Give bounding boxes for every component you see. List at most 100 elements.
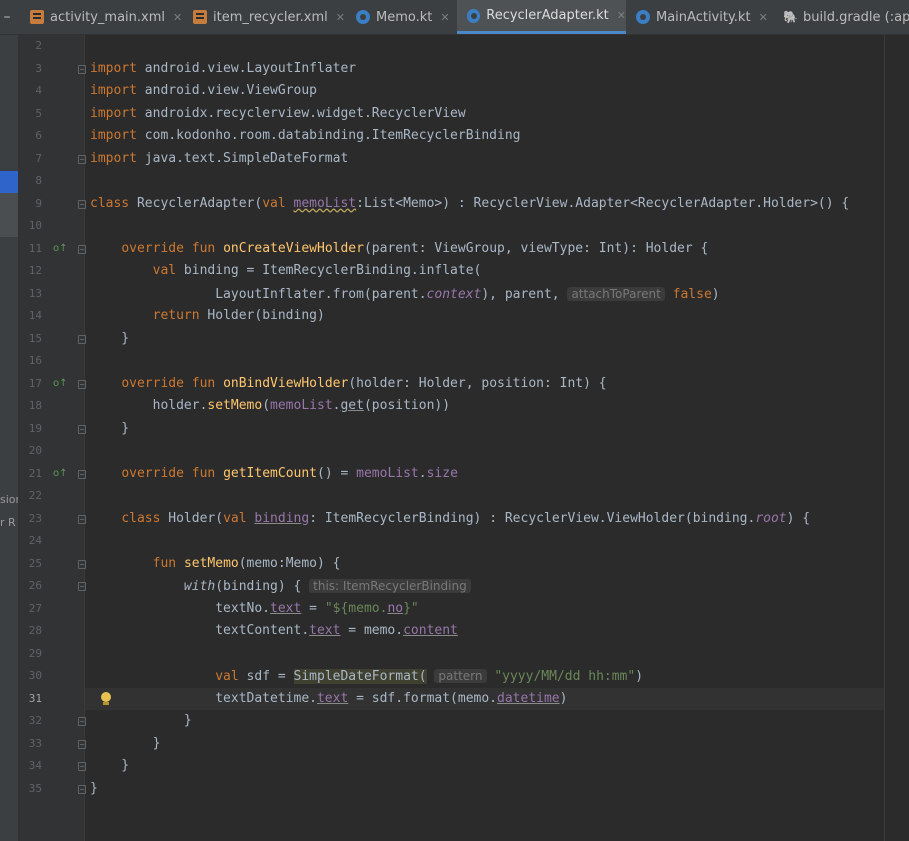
tab-label: RecyclerAdapter.kt (486, 8, 609, 23)
code-line[interactable]: textContent.text = memo.content (90, 620, 458, 642)
line-number: 35 (28, 781, 42, 795)
code-line[interactable]: class RecyclerAdapter(val memoList:List<… (90, 193, 849, 215)
line-number: 24 (28, 534, 42, 547)
override-icon[interactable]: o↑ (53, 238, 68, 260)
code-line[interactable]: } (90, 710, 192, 732)
code-line[interactable]: } (90, 328, 129, 350)
line-number: 33 (28, 736, 42, 750)
line-number: 17 (28, 376, 42, 390)
line-number: 19 (28, 421, 42, 435)
fold-icon[interactable] (78, 784, 86, 794)
fold-icon[interactable] (78, 514, 86, 524)
code-line[interactable]: holder.setMemo(memoList.get(position)) (90, 395, 450, 417)
fold-icon[interactable] (78, 154, 86, 164)
code-line[interactable]: import android.view.LayoutInflater (90, 58, 356, 80)
tab-build-gradle[interactable]: 🐘 build.gradle (:app (783, 0, 909, 34)
tab-recycler-adapter-kt[interactable]: RecyclerAdapter.kt ✕ (457, 0, 626, 34)
code-line[interactable]: fun setMemo(memo:Memo) { (90, 553, 341, 575)
close-icon[interactable]: ✕ (617, 9, 626, 22)
line-number: 29 (28, 646, 42, 660)
tab-activity-main-xml[interactable]: activity_main.xml ✕ (30, 0, 182, 34)
tab-memo-kt[interactable]: Memo.kt ✕ (356, 0, 450, 34)
code-line[interactable]: val binding = ItemRecyclerBinding.inflat… (90, 260, 482, 282)
tab-label: item_recycler.xml (213, 9, 328, 25)
line-number: 8 (35, 174, 42, 187)
code-line[interactable]: override fun getItemCount() = memoList.s… (90, 463, 458, 485)
right-margin-guide (884, 35, 885, 841)
code-line[interactable]: textDatetime.text = sdf.format(memo.date… (90, 688, 567, 710)
close-icon[interactable]: ✕ (759, 11, 768, 24)
line-number: 7 (35, 151, 42, 165)
fold-icon[interactable] (78, 334, 86, 344)
code-line[interactable]: } (90, 733, 161, 755)
kotlin-file-icon (636, 10, 650, 24)
line-number: 4 (35, 84, 42, 97)
line-number: 18 (28, 399, 42, 412)
line-number: 9 (35, 196, 42, 210)
line-number: 14 (28, 309, 42, 322)
kotlin-file-icon (467, 8, 481, 23)
fold-icon[interactable] (78, 717, 86, 726)
kotlin-file-icon (356, 10, 370, 24)
selection-marker (0, 193, 18, 237)
fold-icon[interactable] (78, 64, 86, 74)
close-icon[interactable]: ✕ (440, 11, 449, 24)
code-line[interactable]: import androidx.recyclerview.widget.Recy… (90, 103, 466, 125)
close-icon[interactable]: ✕ (336, 11, 345, 24)
code-line[interactable]: import android.view.ViewGroup (90, 80, 317, 102)
fold-icon[interactable] (78, 582, 86, 591)
fold-icon[interactable] (78, 762, 86, 771)
fold-icon[interactable] (78, 424, 86, 434)
panel-text-fragment: r R (0, 516, 16, 529)
xml-file-icon (193, 10, 207, 24)
code-line[interactable]: textNo.text = "${memo.no}" (90, 598, 419, 620)
line-number: 10 (28, 219, 42, 232)
line-number: 2 (35, 39, 42, 52)
tab-label: activity_main.xml (50, 9, 166, 25)
line-number: 16 (28, 354, 42, 367)
line-number: 5 (35, 106, 42, 120)
line-number: 21 (28, 466, 42, 480)
code-line[interactable]: val sdf = SimpleDateFormat( pattern "yyy… (90, 665, 643, 688)
fold-icon[interactable] (78, 244, 86, 254)
fold-icon[interactable] (78, 199, 86, 209)
code-line[interactable]: } (90, 418, 129, 440)
line-number: 34 (28, 759, 42, 772)
tab-main-activity-kt[interactable]: MainActivity.kt ✕ (636, 0, 768, 34)
gradle-file-icon: 🐘 (783, 10, 798, 24)
line-number: 13 (28, 286, 42, 300)
code-line[interactable]: } (90, 778, 98, 800)
code-line[interactable]: override fun onCreateViewHolder(parent: … (90, 238, 708, 260)
line-number: 30 (28, 669, 42, 682)
code-line[interactable]: } (90, 755, 129, 777)
tab-item-recycler-xml[interactable]: item_recycler.xml ✕ (193, 0, 345, 34)
code-line[interactable]: import com.kodonho.room.databinding.Item… (90, 125, 520, 147)
tab-label: MainActivity.kt (656, 9, 751, 25)
code-line[interactable]: class Holder(val binding: ItemRecyclerBi… (90, 508, 810, 530)
code-line[interactable]: with(binding) { this: ItemRecyclerBindin… (90, 575, 471, 598)
tab-label: Memo.kt (376, 9, 433, 25)
line-number: 31 (28, 691, 42, 705)
fold-icon[interactable] (78, 559, 86, 569)
collapse-icon[interactable]: – (0, 9, 14, 25)
line-number: 6 (35, 129, 42, 142)
line-number: 12 (28, 264, 42, 277)
override-icon[interactable]: o↑ (53, 463, 68, 485)
code-editor[interactable]: sior r R 2 3 import android.view.LayoutInf… (0, 35, 909, 841)
override-icon[interactable]: o↑ (53, 373, 68, 395)
fold-icon[interactable] (78, 739, 86, 749)
fold-icon[interactable] (78, 379, 86, 389)
selection-marker (0, 171, 18, 193)
editor-tab-bar: – activity_main.xml ✕ item_recycler.xml … (0, 0, 909, 35)
project-panel-edge: sior r R (0, 35, 20, 841)
code-line[interactable]: import java.text.SimpleDateFormat (90, 148, 348, 170)
fold-icon[interactable] (78, 469, 86, 479)
code-line[interactable]: return Holder(binding) (90, 305, 325, 327)
line-number: 23 (28, 511, 42, 525)
line-number: 26 (28, 579, 42, 592)
close-icon[interactable]: ✕ (173, 11, 182, 24)
line-number: 11 (28, 241, 42, 255)
xml-file-icon (30, 10, 44, 24)
code-line[interactable]: override fun onBindViewHolder(holder: Ho… (90, 373, 606, 395)
code-line[interactable]: LayoutInflater.from(parent.context), par… (90, 283, 720, 306)
